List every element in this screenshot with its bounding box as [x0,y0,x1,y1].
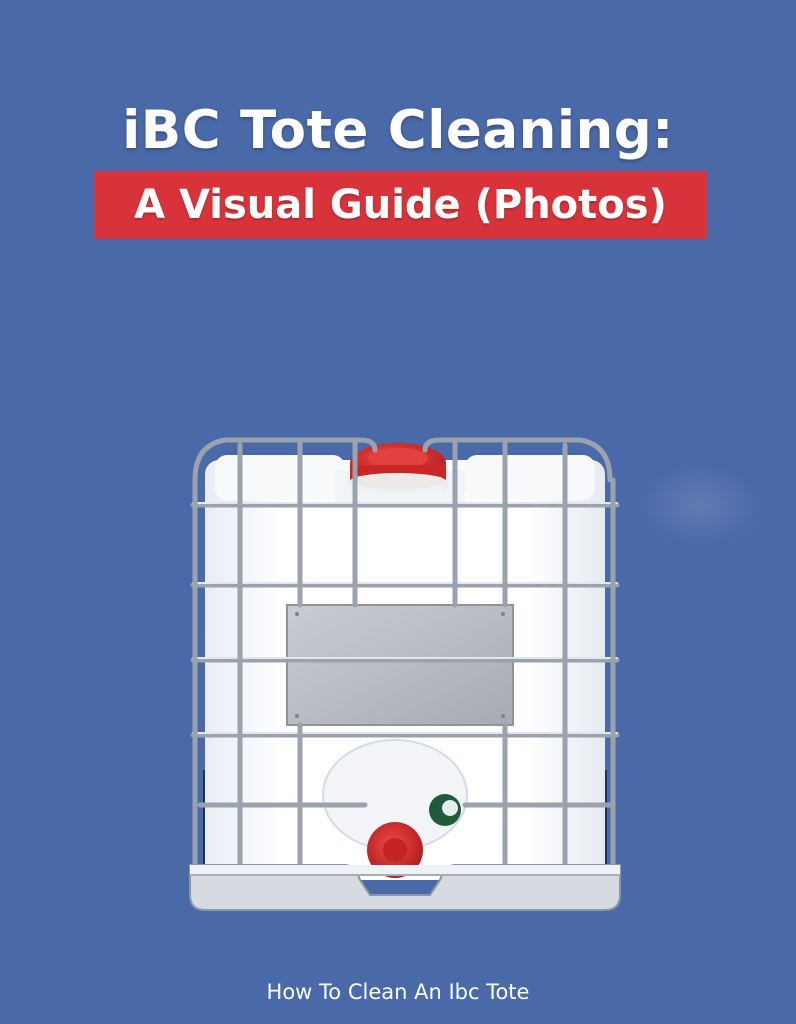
page-subtitle: A Visual Guide (Photos) [134,182,667,228]
page-title: iBC Tote Cleaning: [122,100,674,161]
subtitle-banner: A Visual Guide (Photos) [94,171,707,239]
cover-page: iBC Tote Cleaning: A Visual Guide (Photo… [0,0,796,1024]
footer-caption: How To Clean An Ibc Tote [266,980,530,1004]
ibc-tote-icon [185,425,625,915]
